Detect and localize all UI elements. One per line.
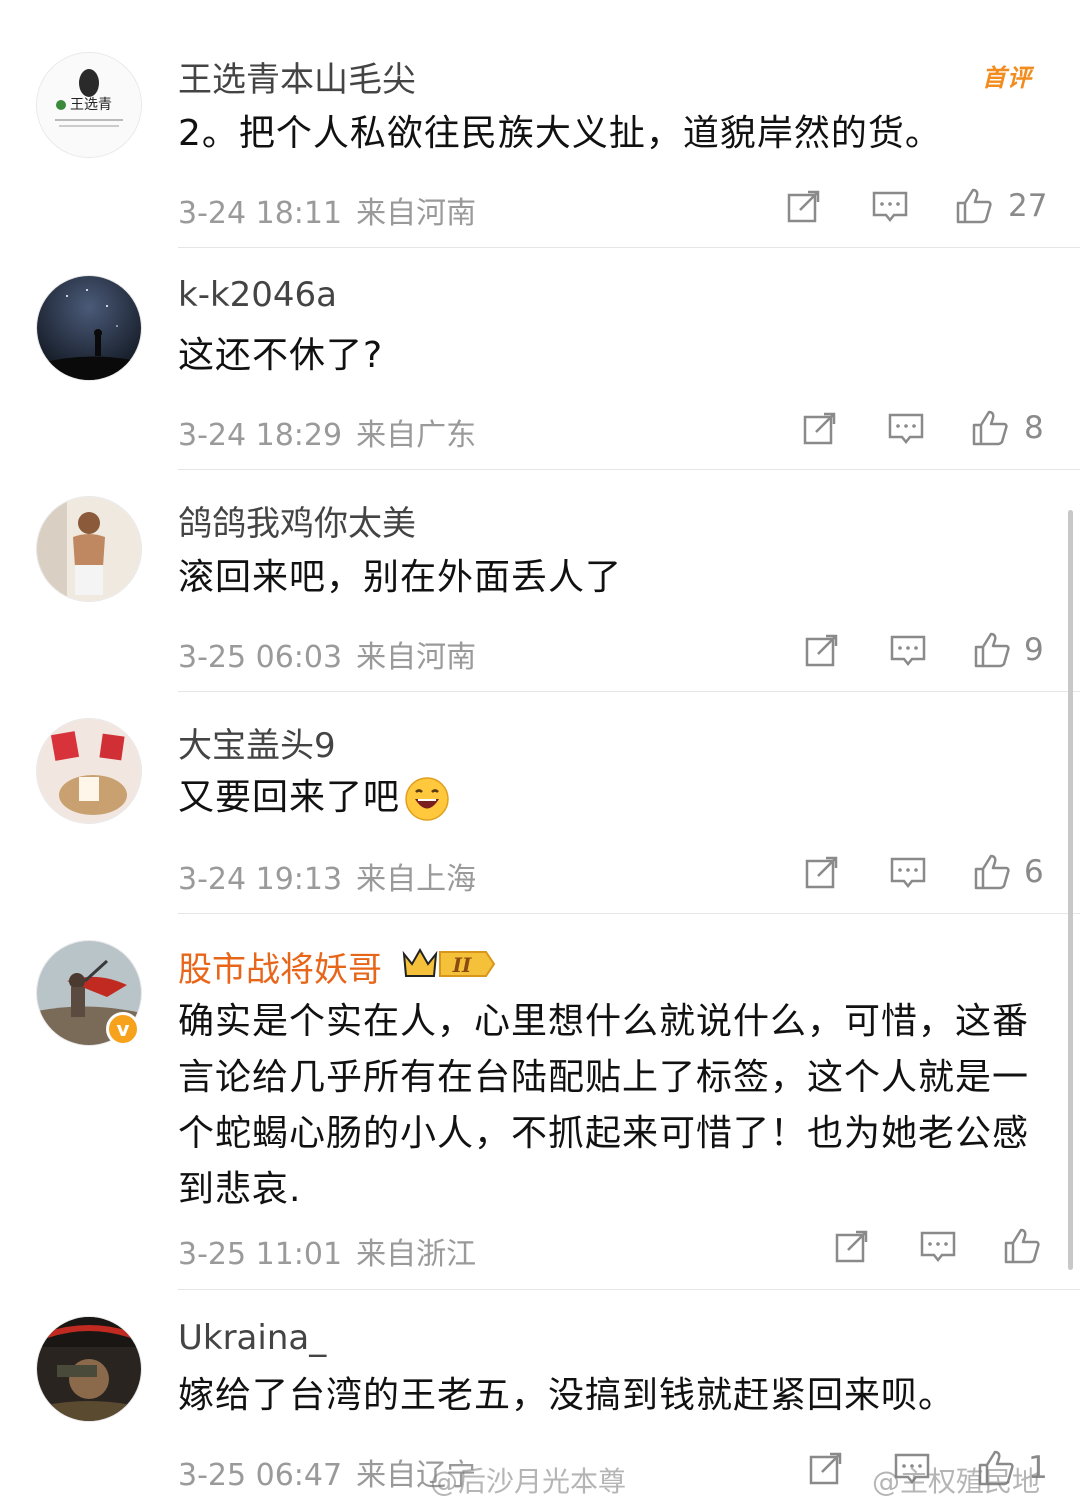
like-icon[interactable] (972, 630, 1012, 670)
like-icon[interactable] (972, 852, 1012, 892)
vip-level-text: II (452, 953, 472, 977)
share-icon[interactable] (802, 630, 842, 670)
comment-time: 3-24 19:13 (178, 862, 343, 897)
divider (178, 913, 1080, 914)
share-icon[interactable] (784, 186, 824, 226)
comment-text: 确实是个实在人，心里想什么就说什么，可惜，这番言论给几乎所有在台陆配贴上了标签，… (178, 1001, 1030, 1210)
like-count: 6 (1024, 854, 1044, 890)
comment-time: 3-25 06:03 (178, 640, 343, 675)
first-comment-badge: 首评 (982, 64, 1032, 92)
comment-meta: 3-25 06:03 来自河南 (178, 632, 476, 676)
username[interactable]: 王选青本山毛尖 (178, 52, 416, 101)
share-icon[interactable] (832, 1226, 872, 1266)
comment-location: 来自河南 (356, 196, 477, 231)
avatar[interactable]: 王选青 (36, 52, 142, 158)
avatar[interactable] (36, 718, 142, 824)
comment-time: 3-24 18:29 (178, 418, 343, 453)
comment-text: 这还不休了? (178, 335, 384, 376)
divider (178, 691, 1080, 692)
like-icon[interactable] (970, 408, 1010, 448)
username[interactable]: 股市战将妖哥 (178, 942, 382, 991)
comment-location: 来自河南 (356, 640, 477, 675)
comment-actions: 9 (802, 630, 1054, 674)
like-count: 8 (1024, 410, 1044, 446)
avatar[interactable] (36, 275, 142, 381)
comment-text: 又要回来了吧 (178, 770, 1038, 826)
comment-text: 滚回来吧，别在外面丢人了 (178, 557, 623, 598)
reply-icon[interactable] (870, 186, 910, 226)
like-count: 9 (1024, 632, 1044, 668)
divider (178, 247, 1080, 248)
reply-icon[interactable] (888, 630, 928, 670)
comment-text-content: 又要回来了吧 (178, 777, 401, 818)
comment-meta: 3-24 18:11 来自河南 (178, 188, 476, 232)
comment-actions: 6 (802, 852, 1054, 896)
like-count: 27 (1008, 188, 1048, 224)
username[interactable]: 大宝盖头9 (178, 718, 336, 767)
avatar[interactable] (36, 496, 142, 602)
comment-actions: 8 (800, 408, 1054, 452)
comment-location: 来自上海 (356, 862, 477, 897)
divider (178, 1289, 1080, 1290)
watermark: @主权殖民地 (872, 1465, 1041, 1498)
comment-actions (832, 1226, 1054, 1270)
vip-crown-badge: II (402, 947, 496, 977)
watermark: @后沙月光本尊 (430, 1465, 627, 1498)
like-icon[interactable] (954, 186, 994, 226)
comment-meta: 3-24 18:29 来自广东 (178, 410, 476, 454)
scrollbar[interactable] (1068, 510, 1073, 1270)
username[interactable]: Ukraina_ (178, 1318, 326, 1358)
comment-actions: 27 (784, 186, 1054, 230)
like-icon[interactable] (1002, 1226, 1042, 1266)
username[interactable]: k-k2046a (178, 275, 337, 315)
share-icon[interactable] (802, 852, 842, 892)
verified-badge: v (106, 1012, 140, 1046)
comment-location: 来自浙江 (356, 1237, 477, 1272)
comment-text: 2。把个人私欲往民族大义扯，道貌岸然的货。 (178, 113, 942, 154)
comment-meta: 3-25 11:01 来自浙江 (178, 1229, 476, 1273)
reply-icon[interactable] (888, 852, 928, 892)
comment-location: 来自广东 (356, 418, 477, 453)
username[interactable]: 鸽鸽我鸡你太美 (178, 496, 416, 545)
comment-time: 3-24 18:11 (178, 196, 343, 231)
divider (178, 469, 1080, 470)
laughing-emoji-icon (405, 777, 449, 821)
comment-text: 嫁给了台湾的王老五，没搞到钱就赶紧回来呗。 (178, 1375, 956, 1416)
share-icon[interactable] (800, 408, 840, 448)
comment-time: 3-25 06:47 (178, 1458, 343, 1493)
share-icon[interactable] (806, 1448, 846, 1488)
comment-meta: 3-24 19:13 来自上海 (178, 854, 476, 898)
reply-icon[interactable] (918, 1226, 958, 1266)
avatar-brand-text: 王选青 (70, 97, 112, 113)
avatar[interactable] (36, 1316, 142, 1422)
comment-time: 3-25 11:01 (178, 1237, 343, 1272)
reply-icon[interactable] (886, 408, 926, 448)
